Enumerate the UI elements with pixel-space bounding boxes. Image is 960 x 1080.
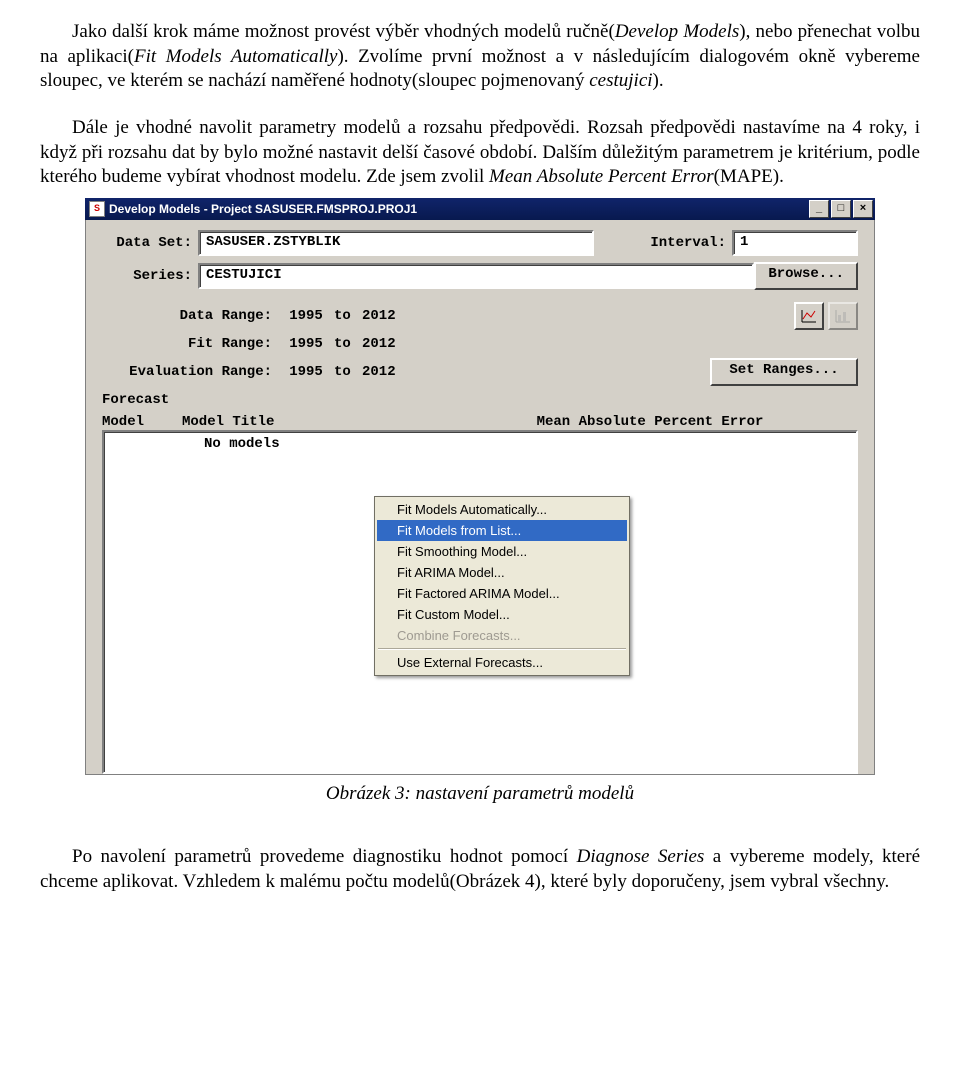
window-titlebar: S Develop Models - Project SASUSER.FMSPR… — [85, 198, 875, 220]
series-label: Series: — [102, 268, 198, 284]
series-field[interactable]: CESTUJICI — [198, 263, 754, 289]
chart-icon-button-1[interactable] — [794, 302, 824, 330]
model-table-header: Model Model Title Mean Absolute Percent … — [102, 414, 858, 430]
figure-caption: Obrázek 3: nastavení parametrů modelů — [40, 783, 920, 805]
context-menu: Fit Models Automatically... Fit Models f… — [374, 496, 630, 676]
fit-range-label: Fit Range: — [102, 336, 278, 352]
menu-fit-factored-arima[interactable]: Fit Factored ARIMA Model... — [377, 583, 627, 604]
menu-fit-smoothing[interactable]: Fit Smoothing Model... — [377, 541, 627, 562]
maximize-button[interactable]: □ — [831, 200, 851, 218]
menu-fit-auto[interactable]: Fit Models Automatically... — [377, 499, 627, 520]
model-list[interactable]: No models Fit Models Automatically... Fi… — [102, 430, 858, 774]
menu-fit-arima[interactable]: Fit ARIMA Model... — [377, 562, 627, 583]
set-ranges-button[interactable]: Set Ranges... — [710, 358, 858, 386]
app-icon: S — [89, 201, 105, 217]
close-button[interactable]: × — [853, 200, 873, 218]
eval-range-label: Evaluation Range: — [102, 364, 278, 380]
minimize-button[interactable]: _ — [809, 200, 829, 218]
data-range-label: Data Range: — [102, 308, 278, 324]
paragraph-2: Dále je vhodné navolit parametry modelů … — [40, 116, 920, 190]
forecast-label: Forecast — [102, 392, 858, 408]
data-set-field[interactable]: SASUSER.ZSTYBLIK — [198, 230, 594, 256]
chart-icon-button-2[interactable] — [828, 302, 858, 330]
develop-models-dialog: S Develop Models - Project SASUSER.FMSPR… — [85, 198, 875, 775]
interval-field[interactable]: 1 — [732, 230, 858, 256]
data-set-label: Data Set: — [102, 235, 198, 251]
browse-button[interactable]: Browse... — [754, 262, 858, 290]
menu-external-forecasts[interactable]: Use External Forecasts... — [377, 652, 627, 673]
no-models-text: No models — [204, 436, 280, 452]
menu-fit-custom[interactable]: Fit Custom Model... — [377, 604, 627, 625]
paragraph-1: Jako další krok máme možnost provést výb… — [40, 20, 920, 94]
menu-fit-from-list[interactable]: Fit Models from List... — [377, 520, 627, 541]
menu-combine-forecasts: Combine Forecasts... — [377, 625, 627, 646]
window-title: Develop Models - Project SASUSER.FMSPROJ… — [109, 202, 807, 216]
interval-label: Interval: — [650, 235, 726, 251]
menu-separator — [378, 648, 626, 650]
paragraph-3: Po navolení parametrů provedeme diagnost… — [40, 845, 920, 894]
